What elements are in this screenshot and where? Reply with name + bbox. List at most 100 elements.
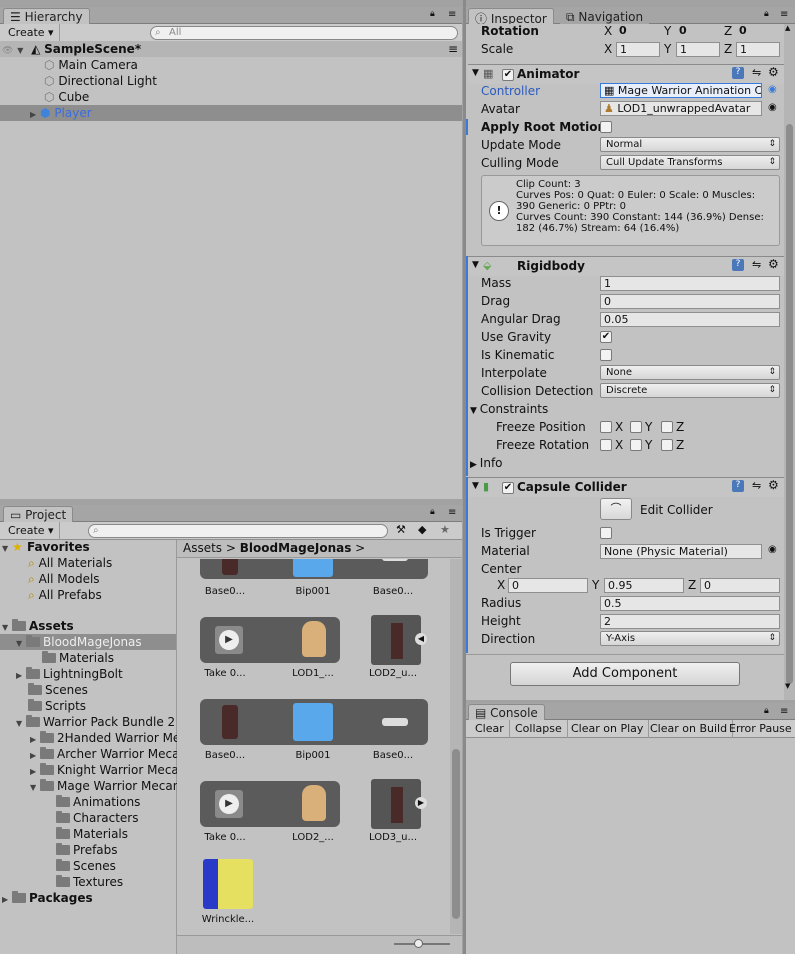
scene-row[interactable]: 👁︎ ▼ ◭ SampleScene* ≡	[0, 41, 462, 57]
freeze-position-y-checkbox[interactable]	[630, 421, 642, 433]
tree-item[interactable]: Prefabs	[56, 842, 118, 858]
capsule-collider-header[interactable]: ▼ ▮ ✔ Capsule Collider ? ⇋ ⚙	[468, 477, 784, 497]
project-create-button[interactable]: Create ▾	[3, 522, 60, 540]
grid-scrollbar[interactable]	[450, 559, 462, 934]
height-field[interactable]: 2	[600, 614, 780, 629]
material-field[interactable]: None (Physic Material)	[600, 544, 762, 559]
drag-field[interactable]: 0	[600, 294, 780, 309]
console-clear-on-build-button[interactable]: Clear on Build	[645, 720, 734, 738]
hierarchy-item-main-camera[interactable]: ⬡ Main Camera	[44, 57, 138, 73]
tree-item[interactable]: Animations	[56, 794, 140, 810]
expand-arrow-icon[interactable]: ◀	[415, 633, 427, 645]
breadcrumb-item[interactable]: Assets	[183, 541, 222, 555]
expand-icon[interactable]: ▼	[472, 481, 479, 491]
expand-icon[interactable]: ▼	[472, 260, 479, 270]
zoom-slider-handle[interactable]	[414, 939, 423, 948]
help-icon[interactable]: ?	[732, 259, 744, 271]
tab-hierarchy[interactable]: ☰ Hierarchy	[3, 8, 90, 24]
console-error-pause-button[interactable]: Error Pause	[724, 720, 795, 738]
culling-mode-dropdown[interactable]: Cull Update Transforms	[600, 155, 780, 170]
weapon-thumbnail[interactable]	[382, 718, 408, 726]
tree-item[interactable]: Materials	[56, 826, 128, 842]
freeze-position-z-checkbox[interactable]	[661, 421, 673, 433]
gear-icon[interactable]: ⚙	[768, 478, 779, 492]
console-collapse-button[interactable]: Collapse	[510, 720, 568, 738]
avatar-thumbnail[interactable]	[302, 785, 326, 821]
help-icon[interactable]: ?	[732, 67, 744, 79]
expand-icon[interactable]: ▼	[470, 406, 480, 416]
angular-drag-field[interactable]: 0.05	[600, 312, 780, 327]
expand-icon[interactable]: ▼	[472, 68, 479, 78]
animator-enabled-checkbox[interactable]: ✔	[502, 69, 514, 81]
tree-item[interactable]: Scenes	[28, 682, 88, 698]
expand-icon[interactable]: ▼	[16, 716, 26, 732]
favorite-item[interactable]: ⌕ All Models	[28, 571, 100, 587]
center-y-field[interactable]: 0.95	[604, 578, 684, 593]
rotation-z-field[interactable]: 0	[736, 24, 780, 39]
expand-icon[interactable]: ▶	[16, 668, 26, 684]
scrollbar-thumb[interactable]	[452, 749, 460, 919]
character-thumbnail[interactable]	[371, 615, 421, 665]
tree-item[interactable]: Scenes	[56, 858, 116, 874]
weapon-thumbnail[interactable]	[382, 559, 408, 561]
lock-icon[interactable]: 🔒︎	[764, 706, 769, 716]
freeze-position-x-checkbox[interactable]	[600, 421, 612, 433]
hierarchy-item-cube[interactable]: ⬡ Cube	[44, 89, 89, 105]
character-thumbnail[interactable]	[222, 705, 238, 739]
expand-icon[interactable]: ▶	[470, 460, 480, 470]
rotation-y-field[interactable]: 0	[676, 24, 720, 39]
scroll-down-icon[interactable]: ▼	[785, 682, 790, 690]
character-thumbnail[interactable]	[222, 559, 238, 575]
tree-item[interactable]: Materials	[42, 650, 114, 666]
tree-item[interactable]: ▶ Knight Warrior Meca	[30, 762, 179, 778]
freeze-rotation-x-checkbox[interactable]	[600, 439, 612, 451]
expand-icon[interactable]: ▶	[30, 107, 40, 123]
expand-icon[interactable]: ▼	[2, 541, 12, 557]
hierarchy-item-directional-light[interactable]: ⬡ Directional Light	[44, 73, 157, 89]
direction-dropdown[interactable]: Y-Axis	[600, 631, 780, 646]
preset-icon[interactable]: ⇋	[752, 479, 761, 492]
hierarchy-create-button[interactable]: Create ▾	[3, 24, 60, 42]
zoom-slider[interactable]	[394, 939, 450, 948]
tab-project[interactable]: ▭ Project	[3, 506, 74, 522]
menu-icon[interactable]: ≡	[780, 9, 788, 20]
menu-icon[interactable]: ≡	[448, 9, 456, 20]
expand-arrow-icon[interactable]: ▶	[415, 797, 427, 809]
apply-root-motion-checkbox[interactable]	[600, 121, 612, 133]
texture-thumbnail[interactable]	[203, 859, 253, 909]
gear-icon[interactable]: ⚙	[768, 65, 779, 79]
object-picker-icon[interactable]: ◉	[768, 102, 777, 113]
tree-item[interactable]: Scripts	[28, 698, 86, 714]
expand-icon[interactable]: ▶	[2, 892, 12, 908]
use-gravity-checkbox[interactable]: ✔	[600, 331, 612, 343]
cube-thumbnail[interactable]	[293, 559, 333, 577]
constraints-foldout[interactable]: ▼ Constraints	[470, 401, 548, 419]
cube-thumbnail[interactable]	[293, 703, 333, 741]
freeze-rotation-z-checkbox[interactable]	[661, 439, 673, 451]
expand-icon[interactable]: ▼	[30, 780, 40, 796]
center-z-field[interactable]: 0	[700, 578, 780, 593]
tree-item[interactable]: ▼ Mage Warrior Mecan	[30, 778, 180, 794]
radius-field[interactable]: 0.5	[600, 596, 780, 611]
scrollbar-thumb[interactable]	[786, 124, 793, 684]
help-icon[interactable]: ?	[732, 480, 744, 492]
tree-item[interactable]: Characters	[56, 810, 139, 826]
edit-collider-button[interactable]: ⌒	[600, 498, 632, 520]
animation-clip-thumbnail[interactable]: ▶	[215, 790, 243, 818]
controller-field[interactable]: ▦ Mage Warrior Animation C	[600, 83, 762, 98]
character-thumbnail[interactable]	[371, 779, 421, 829]
tree-item[interactable]: Textures	[56, 874, 123, 890]
animation-clip-thumbnail[interactable]: ▶	[215, 626, 243, 654]
expand-icon[interactable]: ▼	[17, 43, 27, 59]
assets-header[interactable]: ▼ Assets	[2, 618, 74, 634]
rigidbody-header[interactable]: ▼ ⬙ Rigidbody ? ⇋ ⚙	[468, 256, 784, 276]
tree-item[interactable]: ▶ 2Handed Warrior Me	[30, 730, 180, 746]
label-icon[interactable]: ◆	[418, 523, 426, 536]
lock-icon[interactable]: 🔒︎	[764, 9, 769, 19]
filter-type-icon[interactable]: ⚒	[396, 523, 406, 536]
favorites-header[interactable]: ▼ ★ Favorites	[2, 539, 90, 555]
object-picker-icon[interactable]: ◉	[768, 84, 777, 95]
expand-icon[interactable]: ▼	[16, 636, 26, 652]
inspector-scrollbar[interactable]: ▲ ▼	[784, 24, 795, 700]
freeze-rotation-y-checkbox[interactable]	[630, 439, 642, 451]
